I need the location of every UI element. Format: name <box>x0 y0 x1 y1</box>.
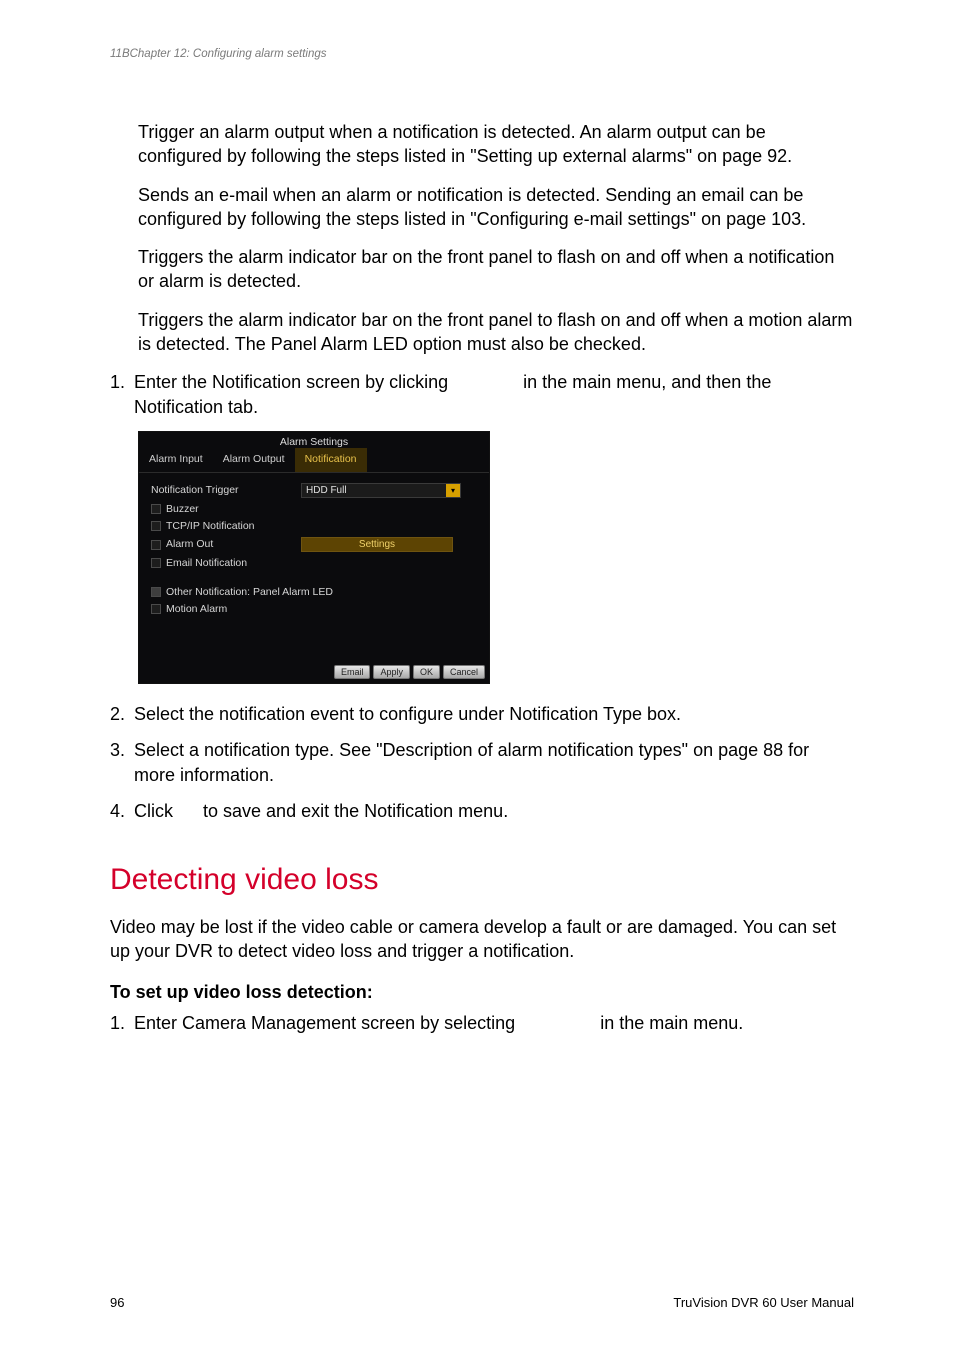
para-email: Sends an e-mail when an alarm or notific… <box>138 183 854 232</box>
step-4-text-a: Click <box>134 801 173 821</box>
checkbox-email[interactable]: Email Notification <box>151 557 301 569</box>
ok-button[interactable]: OK <box>413 665 440 679</box>
manual-title: TruVision DVR 60 User Manual <box>673 1295 854 1310</box>
heading-setup-video-loss: To set up video loss detection: <box>110 982 854 1003</box>
checkbox-motion-alarm[interactable]: Motion Alarm <box>151 603 301 615</box>
step-b1-text-a: Enter Camera Management screen by select… <box>134 1013 515 1033</box>
checkbox-alarm-out[interactable]: Alarm Out <box>151 538 301 550</box>
step-3-num: 3. <box>110 738 134 762</box>
shot-pane: Notification Trigger HDD Full ▾ Buzzer T… <box>139 473 489 662</box>
para-panel-led-text: Triggers the alarm indicator bar on the … <box>138 247 834 291</box>
cancel-button[interactable]: Cancel <box>443 665 485 679</box>
step-b1-num: 1. <box>110 1011 134 1035</box>
para-panel-led: Triggers the alarm indicator bar on the … <box>138 245 854 294</box>
para-alarm-out-text: Trigger an alarm output when a notificat… <box>138 122 792 166</box>
step-b1-text-b: in the main menu. <box>600 1013 743 1033</box>
step-b1: 1.Enter Camera Management screen by sele… <box>110 1011 854 1035</box>
shot-tabs: Alarm Input Alarm Output Notification <box>139 448 489 473</box>
page-number: 96 <box>110 1295 124 1310</box>
settings-button[interactable]: Settings <box>301 537 453 552</box>
tab-notification[interactable]: Notification <box>295 448 367 472</box>
step-4: 4.Click to save and exit the Notificatio… <box>110 799 854 823</box>
checkbox-tcpip[interactable]: TCP/IP Notification <box>151 520 301 532</box>
step-1: 1.Enter the Notification screen by click… <box>110 370 854 419</box>
checkbox-buzzer[interactable]: Buzzer <box>151 503 301 515</box>
step-4-text-b: to save and exit the Notification menu. <box>203 801 508 821</box>
step-1-num: 1. <box>110 370 134 394</box>
checkbox-panel-led[interactable]: Other Notification: Panel Alarm LED <box>151 586 333 598</box>
step-4-num: 4. <box>110 799 134 823</box>
tab-alarm-output[interactable]: Alarm Output <box>213 448 295 472</box>
label-trigger: Notification Trigger <box>151 484 301 496</box>
running-head: 11BChapter 12: Configuring alarm setting… <box>110 48 854 60</box>
para-motion-alarm-text: Triggers the alarm indicator bar on the … <box>138 310 852 354</box>
dropdown-trigger-value: HDD Full <box>306 485 347 496</box>
chevron-down-icon: ▾ <box>446 484 460 497</box>
para-video-loss: Video may be lost if the video cable or … <box>110 915 854 964</box>
step-3: 3.Select a notification type. See "Descr… <box>110 738 854 787</box>
screenshot-alarm-settings: Alarm Settings Alarm Input Alarm Output … <box>138 431 490 684</box>
step-2-text: Select the notification event to configu… <box>134 702 834 726</box>
apply-button[interactable]: Apply <box>373 665 410 679</box>
email-button[interactable]: Email <box>334 665 371 679</box>
step-2-num: 2. <box>110 702 134 726</box>
shot-footer-buttons: Email Apply OK Cancel <box>139 662 489 683</box>
shot-title: Alarm Settings <box>139 432 489 448</box>
page-footer: 96 TruVision DVR 60 User Manual <box>110 1295 854 1310</box>
tab-alarm-input[interactable]: Alarm Input <box>139 448 213 472</box>
dropdown-trigger[interactable]: HDD Full ▾ <box>301 483 461 498</box>
para-motion-alarm: Triggers the alarm indicator bar on the … <box>138 308 854 357</box>
step-1-text-a: Enter the Notification screen by clickin… <box>134 372 448 392</box>
step-3-text: Select a notification type. See "Descrip… <box>134 738 834 787</box>
heading-video-loss: Detecting video loss <box>110 863 854 897</box>
step-2: 2.Select the notification event to confi… <box>110 702 854 726</box>
para-alarm-out: Trigger an alarm output when a notificat… <box>138 120 854 169</box>
para-email-text: Sends an e-mail when an alarm or notific… <box>138 185 806 229</box>
